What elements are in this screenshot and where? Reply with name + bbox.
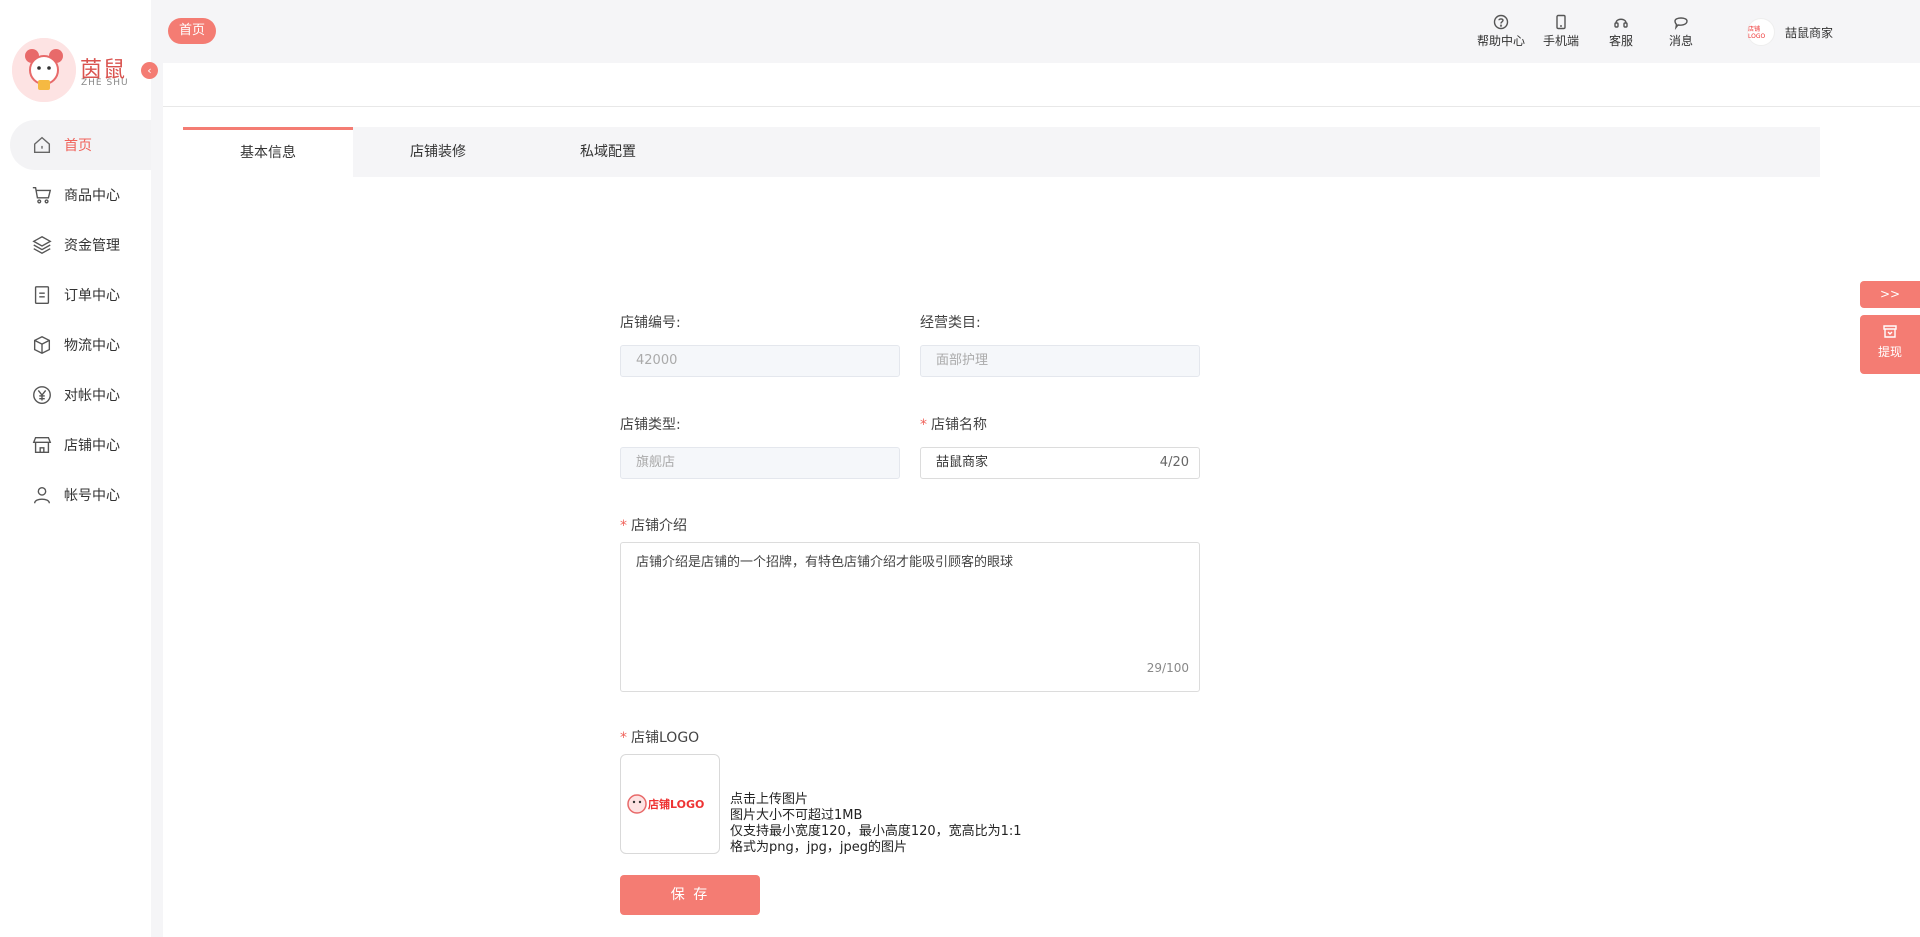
help-center-button[interactable]: 帮助中心	[1474, 14, 1528, 49]
yen-icon	[30, 383, 54, 407]
intro-value: 店铺介绍是店铺的一个招牌，有特色店铺介绍才能吸引顾客的眼球	[636, 555, 1014, 570]
mouse-mascot-icon	[12, 38, 76, 102]
sidebar-nav: 首页 商品中心 资金管理 订单中心 物流中心 对帐中心 店铺中心 帐号中心	[0, 120, 151, 520]
upload-hint-line: 图片大小不可超过1MB	[730, 808, 863, 823]
user-icon	[30, 483, 54, 507]
withdraw-label: 提现	[1877, 345, 1902, 359]
logo-upload[interactable]: 店铺LOGO	[620, 754, 720, 854]
shop-name-label-text: 店铺名称	[931, 417, 987, 433]
intro-textarea[interactable]: 店铺介绍是店铺的一个招牌，有特色店铺介绍才能吸引顾客的眼球 29/100	[620, 542, 1200, 692]
expand-panel-button[interactable]: >>	[1860, 281, 1920, 308]
logo-label: * 店铺LOGO	[620, 730, 700, 746]
sidebar-item-label: 商品中心	[64, 188, 120, 204]
save-button[interactable]: 保 存	[620, 875, 760, 915]
sidebar-item-products[interactable]: 商品中心	[0, 170, 151, 220]
layers-icon	[30, 233, 54, 257]
shop-type-field: 旗舰店	[620, 447, 900, 479]
sidebar-item-label: 物流中心	[64, 338, 120, 354]
shop-name-input[interactable]: 喆鼠商家 4/20	[920, 447, 1200, 479]
tab-basic-info[interactable]: 基本信息	[183, 127, 353, 177]
collapse-sidebar-button[interactable]: ‹	[141, 62, 158, 79]
topbar: 首页 帮助中心 手机端 客服 消息 店铺LOGO 喆鼠商家	[151, 0, 1920, 63]
shop-type-label: 店铺类型:	[620, 417, 681, 433]
sidebar-item-home[interactable]: 首页	[10, 120, 151, 170]
store-icon	[30, 433, 54, 457]
tool-label: 消息	[1668, 34, 1693, 48]
sidebar: 茵鼠 ZHE SHU 首页 商品中心 资金管理 订单中心 物流中心 对帐中心 店…	[0, 0, 151, 937]
brand-logo[interactable]	[12, 38, 76, 102]
category-field: 面部护理	[920, 345, 1200, 377]
mobile-button[interactable]: 手机端	[1534, 14, 1588, 49]
shop-name-counter: 4/20	[1159, 455, 1189, 470]
order-icon	[30, 283, 54, 307]
upload-hint: 点击上传图片 图片大小不可超过1MB 仅支持最小宽度120，最小高度120，宽高…	[730, 792, 1022, 856]
customer-service-button[interactable]: 客服	[1594, 14, 1648, 49]
user-name: 喆鼠商家	[1785, 25, 1834, 40]
sidebar-item-label: 资金管理	[64, 238, 120, 254]
cart-icon	[30, 183, 54, 207]
tab-store-decoration[interactable]: 店铺装修	[353, 127, 523, 177]
sidebar-item-account[interactable]: 帐号中心	[0, 470, 151, 520]
category-label: 经营类目:	[920, 315, 981, 331]
sidebar-item-label: 对帐中心	[64, 388, 120, 404]
user-menu[interactable]: 店铺LOGO 喆鼠商家	[1747, 18, 1833, 46]
sidebar-item-reconciliation[interactable]: 对帐中心	[0, 370, 151, 420]
withdraw-button[interactable]: 提现	[1860, 315, 1920, 374]
shop-no-field: 42000	[620, 345, 900, 377]
shop-name-label: * 店铺名称	[920, 417, 987, 433]
withdraw-icon	[1883, 325, 1897, 338]
tag-home[interactable]: 首页	[168, 18, 217, 44]
upload-hint-line: 仅支持最小宽度120，最小高度120，宽高比为1:1	[730, 824, 1022, 839]
tab-private-config[interactable]: 私域配置	[523, 127, 693, 177]
sidebar-item-logistics[interactable]: 物流中心	[0, 320, 151, 370]
sidebar-item-funds[interactable]: 资金管理	[0, 220, 151, 270]
sidebar-item-label: 订单中心	[64, 288, 120, 304]
intro-label-text: 店铺介绍	[631, 518, 687, 534]
sidebar-item-orders[interactable]: 订单中心	[0, 270, 151, 320]
brand-subtitle: ZHE SHU	[81, 78, 129, 88]
upload-hint-line: 格式为png，jpg，jpeg的图片	[730, 840, 907, 855]
home-icon	[30, 133, 54, 157]
shop-name-value: 喆鼠商家	[936, 455, 989, 470]
tool-label: 帮助中心	[1476, 34, 1525, 48]
headset-icon	[1613, 14, 1629, 30]
upload-hint-line: 点击上传图片	[730, 792, 809, 807]
logo-image-text: 店铺LOGO	[648, 798, 705, 811]
box-icon	[30, 333, 54, 357]
help-icon	[1493, 14, 1509, 30]
main-content: 基本信息 店铺装修 私域配置 店铺编号: 42000 经营类目: 面部护理 店铺…	[163, 63, 1920, 937]
tab-bar: 基本信息 店铺装修 私域配置	[183, 127, 1820, 177]
message-icon	[1673, 14, 1689, 31]
intro-label: * 店铺介绍	[620, 518, 687, 534]
sidebar-item-label: 首页	[64, 138, 92, 154]
sidebar-item-label: 店铺中心	[64, 438, 120, 454]
logo-label-text: 店铺LOGO	[631, 730, 700, 746]
tool-label: 手机端	[1542, 34, 1579, 48]
sidebar-item-label: 帐号中心	[64, 488, 120, 504]
avatar: 店铺LOGO	[1747, 18, 1775, 46]
sidebar-item-store[interactable]: 店铺中心	[0, 420, 151, 470]
messages-button[interactable]: 消息	[1654, 14, 1708, 49]
tool-label: 客服	[1608, 34, 1633, 48]
divider	[163, 106, 1920, 107]
avatar-text: 店铺LOGO	[1748, 26, 1766, 40]
shop-no-label: 店铺编号:	[620, 315, 681, 331]
phone-icon	[1553, 14, 1569, 30]
intro-counter: 29/100	[1146, 661, 1189, 675]
